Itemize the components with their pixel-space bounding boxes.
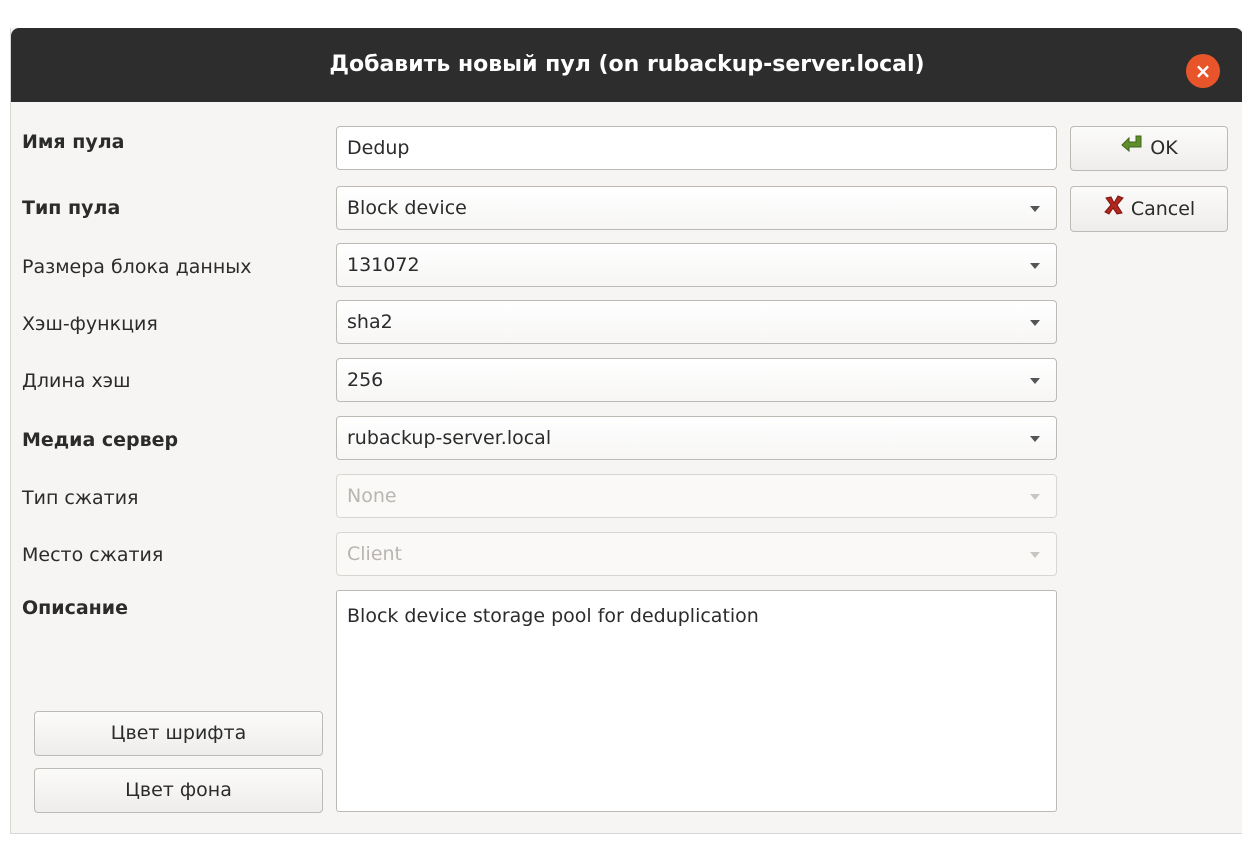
media-server-select[interactable]: rubackup-server.local bbox=[336, 416, 1057, 460]
red-x-icon bbox=[1103, 188, 1125, 232]
chevron-down-icon bbox=[1030, 263, 1040, 269]
green-arrow-icon bbox=[1120, 127, 1144, 170]
compression-type-label: Тип сжатия bbox=[22, 487, 139, 509]
hash-length-value: 256 bbox=[347, 369, 384, 391]
font-color-button[interactable]: Цвет шрифта bbox=[34, 711, 323, 756]
hash-function-value: sha2 bbox=[347, 311, 393, 333]
description-textarea[interactable]: Block device storage pool for deduplicat… bbox=[336, 590, 1057, 812]
media-server-value: rubackup-server.local bbox=[347, 427, 552, 449]
media-server-label: Медиа сервер bbox=[22, 429, 179, 451]
compression-type-select: None bbox=[336, 474, 1057, 518]
cancel-button[interactable]: Cancel bbox=[1070, 186, 1228, 232]
window-title: Добавить новый пул (on rubackup-server.l… bbox=[329, 52, 925, 77]
compression-place-value: Client bbox=[347, 543, 403, 565]
pool-name-label: Имя пула bbox=[22, 131, 125, 153]
ok-label: OK bbox=[1150, 137, 1178, 159]
chevron-down-icon bbox=[1030, 436, 1040, 442]
background-color-button[interactable]: Цвет фона bbox=[34, 768, 323, 813]
hash-function-select[interactable]: sha2 bbox=[336, 300, 1057, 344]
block-size-select[interactable]: 131072 bbox=[336, 243, 1057, 287]
pool-name-input[interactable]: Dedup bbox=[336, 126, 1057, 170]
pool-type-select[interactable]: Block device bbox=[336, 186, 1057, 230]
chevron-down-icon bbox=[1030, 494, 1040, 500]
pool-type-label: Тип пула bbox=[22, 197, 121, 219]
pool-name-value: Dedup bbox=[347, 137, 410, 159]
title-bar[interactable]: Добавить новый пул (on rubackup-server.l… bbox=[11, 28, 1242, 102]
description-value: Block device storage pool for deduplicat… bbox=[347, 605, 759, 627]
compression-place-select: Client bbox=[336, 532, 1057, 576]
hash-length-select[interactable]: 256 bbox=[336, 358, 1057, 402]
ok-button[interactable]: OK bbox=[1070, 126, 1228, 171]
chevron-down-icon bbox=[1030, 552, 1040, 558]
description-label: Описание bbox=[22, 597, 129, 619]
hash-function-label: Хэш-функция bbox=[22, 313, 158, 335]
close-icon[interactable]: × bbox=[1186, 54, 1220, 88]
compression-place-label: Место сжатия bbox=[22, 544, 164, 566]
hash-length-label: Длина хэш bbox=[22, 370, 131, 392]
compression-type-value: None bbox=[347, 485, 397, 507]
pool-type-value: Block device bbox=[347, 197, 467, 219]
chevron-down-icon bbox=[1030, 206, 1040, 212]
cancel-label: Cancel bbox=[1130, 198, 1196, 220]
chevron-down-icon bbox=[1030, 378, 1040, 384]
block-size-label: Размера блока данных bbox=[22, 256, 252, 278]
chevron-down-icon bbox=[1030, 320, 1040, 326]
block-size-value: 131072 bbox=[347, 254, 420, 276]
